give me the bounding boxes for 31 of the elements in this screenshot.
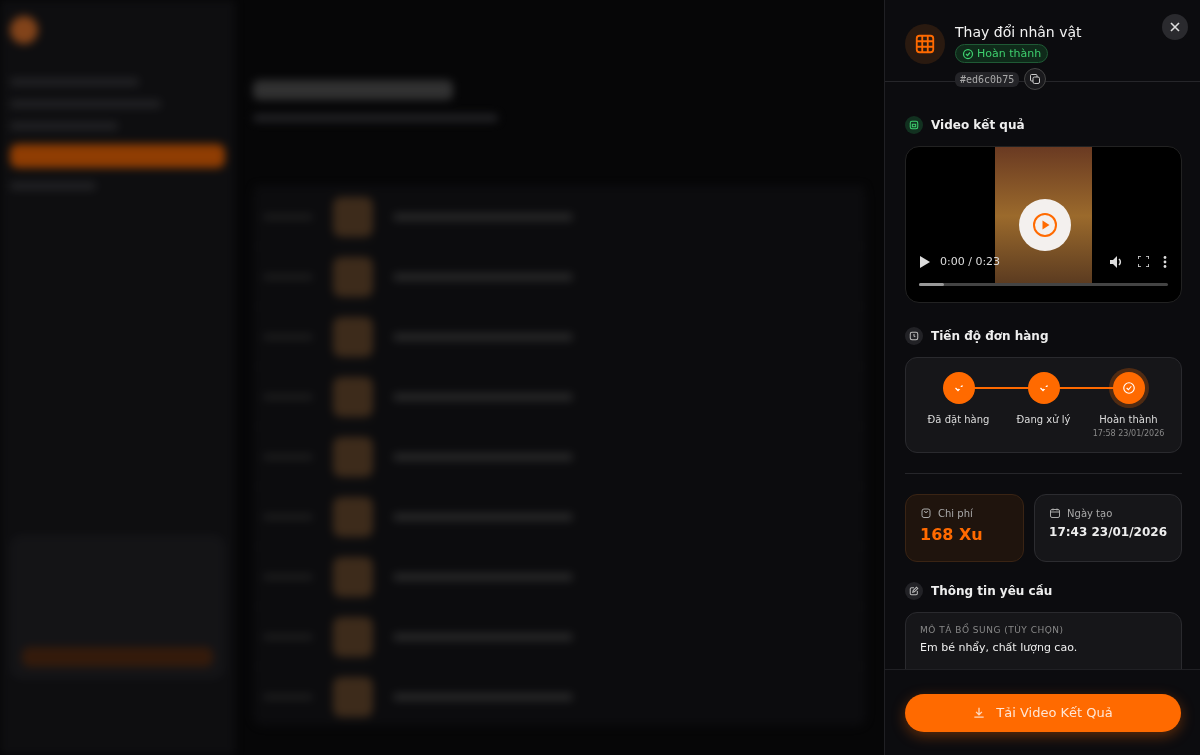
step-label: Hoàn thành [1099,414,1158,425]
fullscreen-icon[interactable] [1138,256,1149,267]
stat-value: 17:43 23/01/2026 [1049,525,1167,539]
order-id: #ed6c0b75 [955,71,1020,87]
stat-label: Ngày tạo [1067,507,1113,519]
video-time: 0:00 / 0:23 [940,255,1001,268]
copy-button[interactable] [1024,68,1047,90]
field-label: MÔ TẢ BỔ SUNG (TÙY CHỌN) [920,625,1065,635]
stat-label: Chi phí [938,507,973,519]
bag-icon [920,507,932,519]
step-time: 17:58 23/01/2026 [1092,429,1165,438]
copy-icon[interactable] [1029,73,1042,85]
close-icon[interactable] [1169,21,1181,33]
step-label: Đã đặt hàng [927,414,990,425]
stat-value: 168 Xu [920,525,984,544]
drawer-title: Thay đổi nhân vật [955,24,1082,40]
field-value: Em bé nhẩy, chất lượng cao. [920,641,1079,654]
more-icon[interactable] [1163,255,1167,268]
edit-icon [905,582,923,600]
status-badge: Hoàn thành [955,44,1049,63]
section-title: Video kết quả [931,118,1025,132]
step-label: Đang xử lý [1016,414,1071,425]
calendar-icon [1049,507,1062,519]
section-title: Tiến độ đơn hàng [931,329,1049,343]
video-icon [905,116,923,134]
video-player[interactable]: 0:00 / 0:23 [905,146,1182,303]
seek-bar[interactable] [919,283,1168,286]
section-title: Thông tin yêu cầu [931,584,1053,598]
close-button[interactable] [1162,14,1188,40]
volume-icon[interactable] [1110,255,1124,268]
play-icon[interactable] [920,255,930,268]
